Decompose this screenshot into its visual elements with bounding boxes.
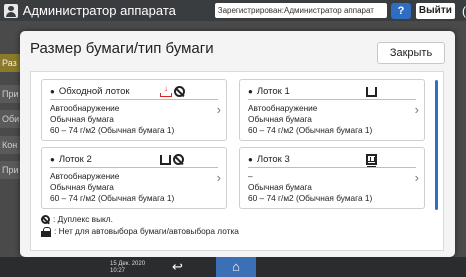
card-icons <box>160 153 184 166</box>
scrollbar[interactable] <box>435 80 438 210</box>
dialog-body: Обходной лоток ↓ Автообнаружение Обычная… <box>30 71 444 251</box>
legend-row-noauto: : Нет для автовыбора бумаги/автовыбора л… <box>41 226 239 237</box>
card-name: Обходной лоток <box>50 85 130 98</box>
card-icons <box>366 153 377 167</box>
legend-row-duplex: : Дуплекс выкл. <box>41 214 239 225</box>
lock-icon <box>41 226 51 237</box>
tray-card-tray3[interactable]: Лоток 3 – Обычная бумага 60 – 74 г/м2 (О… <box>239 147 425 209</box>
duplex-off-icon <box>41 215 50 224</box>
card-paper-weight: 60 – 74 г/м2 (Обычная бумага 1) <box>248 193 373 203</box>
logged-in-user-field: Зарегистрирован:Администратор аппарат <box>214 3 388 18</box>
card-header: Лоток 2 <box>50 153 218 168</box>
card-details: Автообнаружение Обычная бумага 60 – 74 г… <box>248 103 372 136</box>
card-paper-type: Обычная бумага <box>50 182 114 192</box>
card-detect-mode: Автообнаружение <box>50 103 120 113</box>
card-details: – Обычная бумага 60 – 74 г/м2 (Обычная б… <box>248 171 372 204</box>
time-text: 10:27 <box>110 268 126 274</box>
help-button[interactable]: ? <box>391 2 411 19</box>
paper-tray-icon <box>366 86 377 97</box>
chevron-right-icon: › <box>216 170 221 185</box>
card-header: Лоток 3 <box>248 153 416 168</box>
card-paper-type: Обычная бумага <box>248 182 312 192</box>
logout-button[interactable]: Выйти <box>415 2 455 19</box>
card-icons <box>366 85 377 98</box>
card-header: Обходной лоток ↓ <box>50 85 218 100</box>
paper-tray-icon <box>160 154 171 165</box>
chevron-right-icon: › <box>414 170 419 185</box>
top-bar: Администратор аппарата Зарегистрирован:А… <box>0 0 466 21</box>
chevron-right-icon: › <box>216 102 221 117</box>
user-icon <box>4 3 18 18</box>
bypass-tray-icon: ↓ <box>160 85 172 97</box>
card-icons: ↓ <box>160 85 185 98</box>
card-paper-type: Обычная бумага <box>50 114 114 124</box>
card-detect-mode: – <box>248 171 253 181</box>
tray-card-tray2[interactable]: Лоток 2 Автообнаружение Обычная бумага 6… <box>41 147 227 209</box>
home-icon[interactable]: ⌂ <box>216 257 256 277</box>
dialog-title: Размер бумаги/тип бумаги <box>30 40 214 57</box>
icon-legend: : Дуплекс выкл. : Нет для автовыбора бум… <box>41 214 239 238</box>
chevron-right-icon: › <box>414 102 419 117</box>
no-auto-select-tray-icon <box>366 154 377 167</box>
paper-size-dialog: Размер бумаги/тип бумаги Закрыть Обходно… <box>20 31 455 257</box>
status-glyph: ( <box>462 3 466 18</box>
card-paper-weight: 60 – 74 г/м2 (Обычная бумага 1) <box>50 193 175 203</box>
duplex-off-icon <box>173 154 184 165</box>
card-paper-weight: 60 – 74 г/м2 (Обычная бумага 1) <box>50 125 175 135</box>
duplex-off-icon <box>174 86 185 97</box>
card-paper-type: Обычная бумага <box>248 114 312 124</box>
bottom-bar: 15 Дек. 2020 10:27 ↩ ⌂ <box>0 257 466 277</box>
legend-noauto-text: : Нет для автовыбора бумаги/автовыбора л… <box>54 226 239 236</box>
date-text: 15 Дек. 2020 <box>110 261 146 267</box>
card-detect-mode: Автообнаружение <box>50 171 120 181</box>
legend-duplex-text: : Дуплекс выкл. <box>53 214 113 224</box>
card-details: Автообнаружение Обычная бумага 60 – 74 г… <box>50 171 174 204</box>
tray-card-tray1[interactable]: Лоток 1 Автообнаружение Обычная бумага 6… <box>239 79 425 141</box>
card-name: Лоток 1 <box>248 85 290 98</box>
app-title: Администратор аппарата <box>22 3 176 18</box>
close-button[interactable]: Закрыть <box>377 42 445 64</box>
card-paper-weight: 60 – 74 г/м2 (Обычная бумага 1) <box>248 125 373 135</box>
card-details: Автообнаружение Обычная бумага 60 – 74 г… <box>50 103 174 136</box>
card-name: Лоток 2 <box>50 153 92 166</box>
date-time: 15 Дек. 2020 10:27 <box>110 261 145 275</box>
card-header: Лоток 1 <box>248 85 416 100</box>
card-name: Лоток 3 <box>248 153 290 166</box>
tray-card-bypass[interactable]: Обходной лоток ↓ Автообнаружение Обычная… <box>41 79 227 141</box>
card-detect-mode: Автообнаружение <box>248 103 318 113</box>
back-arrow-icon[interactable]: ↩ <box>172 260 183 273</box>
